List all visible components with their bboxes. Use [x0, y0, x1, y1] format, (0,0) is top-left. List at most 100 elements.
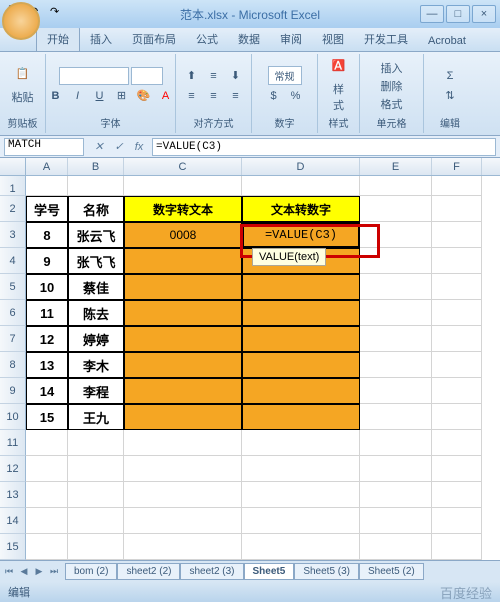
row-4[interactable]: 4: [0, 248, 26, 274]
cell-D5[interactable]: [242, 274, 360, 300]
row-10[interactable]: 10: [0, 404, 26, 430]
tab-prev[interactable]: ◀: [17, 564, 31, 580]
row-9[interactable]: 9: [0, 378, 26, 404]
align-left[interactable]: ≡: [182, 87, 202, 105]
cell-E3[interactable]: [360, 222, 432, 248]
cell-11-3[interactable]: [242, 430, 360, 456]
cell-12-4[interactable]: [360, 456, 432, 482]
row-13[interactable]: 13: [0, 482, 26, 508]
cell-A6[interactable]: 11: [26, 300, 68, 326]
hdr-id[interactable]: 学号: [26, 196, 68, 222]
name-box[interactable]: MATCH: [4, 138, 84, 156]
cell-D6[interactable]: [242, 300, 360, 326]
cell-D9[interactable]: [242, 378, 360, 404]
cell-15-0[interactable]: [26, 534, 68, 560]
cell-D8[interactable]: [242, 352, 360, 378]
cell-1-2[interactable]: [124, 176, 242, 196]
cell-F3[interactable]: [432, 222, 482, 248]
size-select[interactable]: [131, 67, 163, 85]
minimize-button[interactable]: —: [420, 5, 444, 23]
tab-acrobat[interactable]: Acrobat: [418, 31, 476, 51]
row-5[interactable]: 5: [0, 274, 26, 300]
sheet-tab-Sheet5 (3)[interactable]: Sheet5 (3): [294, 563, 359, 580]
border-button[interactable]: ⊞: [112, 87, 132, 105]
cell-A3[interactable]: 8: [26, 222, 68, 248]
qat-redo[interactable]: ↷: [50, 5, 68, 23]
fx-button[interactable]: fx: [130, 138, 148, 156]
row-3[interactable]: 3: [0, 222, 26, 248]
percent-button[interactable]: %: [286, 87, 306, 105]
sheet-tab-Sheet5[interactable]: Sheet5: [244, 563, 295, 580]
hdr-num2txt[interactable]: 数字转文本: [124, 196, 242, 222]
cell-C5[interactable]: [124, 274, 242, 300]
hdr-name[interactable]: 名称: [68, 196, 124, 222]
cell-15-5[interactable]: [432, 534, 482, 560]
cell-14-1[interactable]: [68, 508, 124, 534]
cell-1-0[interactable]: [26, 176, 68, 196]
cell-A7[interactable]: 12: [26, 326, 68, 352]
sheet-tab-sheet2 (2)[interactable]: sheet2 (2): [117, 563, 180, 580]
underline-button[interactable]: U: [90, 87, 110, 105]
font-color-button[interactable]: A: [156, 87, 176, 105]
cell-A4[interactable]: 9: [26, 248, 68, 274]
cell-13-4[interactable]: [360, 482, 432, 508]
align-mid[interactable]: ≡: [204, 67, 224, 85]
row-8[interactable]: 8: [0, 352, 26, 378]
cell-1-4[interactable]: [360, 176, 432, 196]
number-format[interactable]: 常规: [268, 66, 302, 85]
cell-F9[interactable]: [432, 378, 482, 404]
cell-B6[interactable]: 陈去: [68, 300, 124, 326]
tab-last[interactable]: ⏭: [47, 564, 61, 580]
cell-12-3[interactable]: [242, 456, 360, 482]
cell-C10[interactable]: [124, 404, 242, 430]
cell-E2[interactable]: [360, 196, 432, 222]
tab-view[interactable]: 视图: [312, 27, 354, 51]
cell-15-3[interactable]: [242, 534, 360, 560]
cell-13-5[interactable]: [432, 482, 482, 508]
cell-C6[interactable]: [124, 300, 242, 326]
cell-E10[interactable]: [360, 404, 432, 430]
col-F[interactable]: F: [432, 158, 482, 175]
tab-next[interactable]: ▶: [32, 564, 46, 580]
cell-A9[interactable]: 14: [26, 378, 68, 404]
cell-C7[interactable]: [124, 326, 242, 352]
cell-13-2[interactable]: [124, 482, 242, 508]
styles-button[interactable]: 🅰️样式: [322, 57, 355, 115]
cell-B8[interactable]: 李木: [68, 352, 124, 378]
col-A[interactable]: A: [26, 158, 68, 175]
row-12[interactable]: 12: [0, 456, 26, 482]
row-6[interactable]: 6: [0, 300, 26, 326]
cell-D10[interactable]: [242, 404, 360, 430]
cell-15-4[interactable]: [360, 534, 432, 560]
cell-F10[interactable]: [432, 404, 482, 430]
cell-B5[interactable]: 蔡佳: [68, 274, 124, 300]
cell-C4[interactable]: [124, 248, 242, 274]
tab-data[interactable]: 数据: [228, 27, 270, 51]
cell-C3[interactable]: 0008: [124, 222, 242, 248]
office-button[interactable]: [2, 2, 40, 40]
tab-insert[interactable]: 插入: [80, 27, 122, 51]
currency-button[interactable]: $: [264, 87, 284, 105]
cell-D7[interactable]: [242, 326, 360, 352]
sum-button[interactable]: Σ: [440, 67, 460, 85]
cell-E4[interactable]: [360, 248, 432, 274]
cell-E8[interactable]: [360, 352, 432, 378]
col-D[interactable]: D: [242, 158, 360, 175]
cell-B10[interactable]: 王九: [68, 404, 124, 430]
sheet-tab-sheet2 (3)[interactable]: sheet2 (3): [180, 563, 243, 580]
cell-14-3[interactable]: [242, 508, 360, 534]
cell-12-5[interactable]: [432, 456, 482, 482]
cell-B4[interactable]: 张飞飞: [68, 248, 124, 274]
cell-12-2[interactable]: [124, 456, 242, 482]
close-button[interactable]: ×: [472, 5, 496, 23]
cell-E7[interactable]: [360, 326, 432, 352]
col-C[interactable]: C: [124, 158, 242, 175]
cell-11-5[interactable]: [432, 430, 482, 456]
align-center[interactable]: ≡: [204, 87, 224, 105]
cell-15-2[interactable]: [124, 534, 242, 560]
cell-1-1[interactable]: [68, 176, 124, 196]
tab-layout[interactable]: 页面布局: [122, 27, 186, 51]
col-B[interactable]: B: [68, 158, 124, 175]
cell-12-0[interactable]: [26, 456, 68, 482]
sheet-tab-bom (2)[interactable]: bom (2): [65, 563, 117, 580]
